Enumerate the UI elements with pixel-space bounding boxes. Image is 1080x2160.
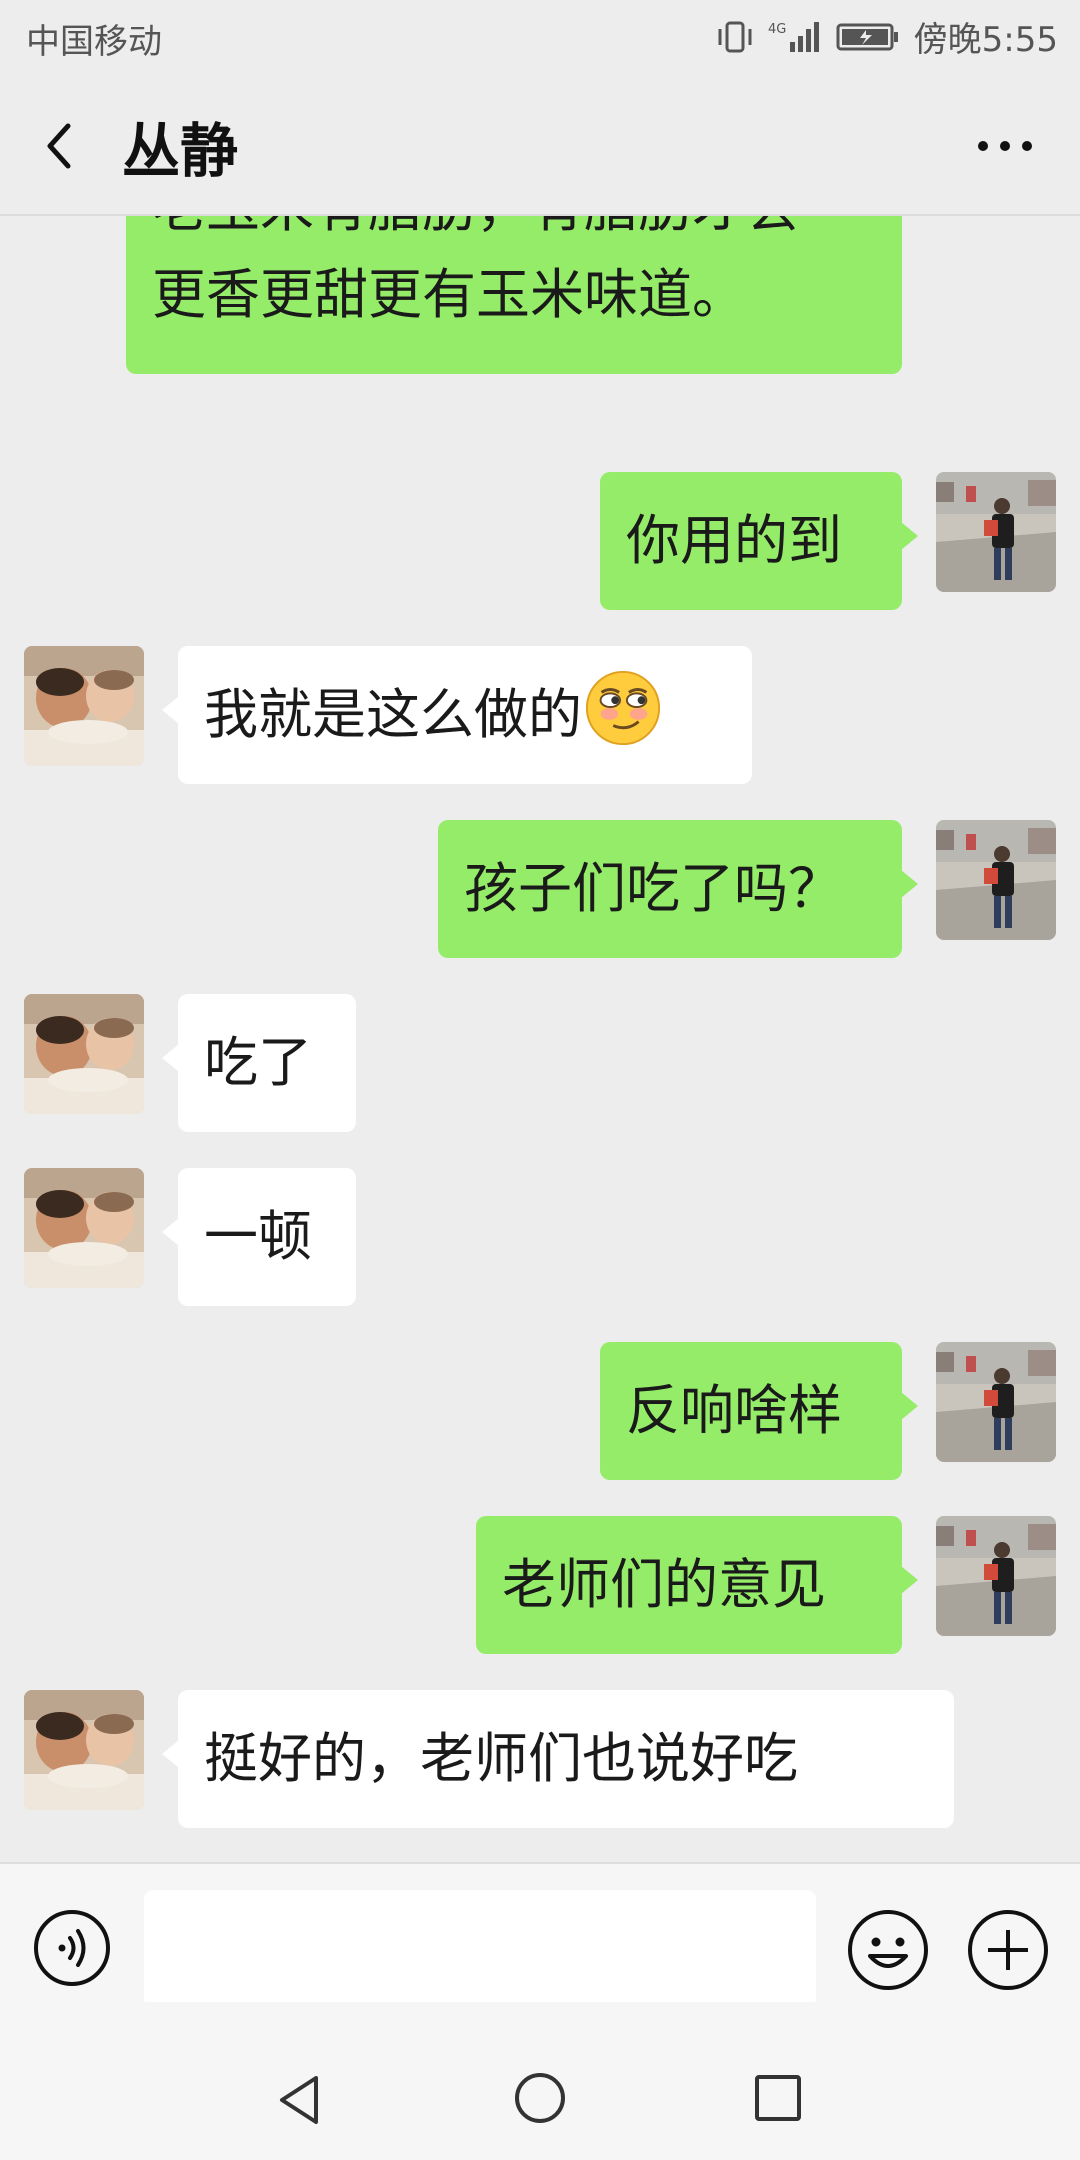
system-nav-bar (0, 2002, 1080, 2160)
avatar-image (24, 646, 144, 766)
vibrate-icon (718, 21, 752, 52)
message-text: 反响啥样 (626, 1379, 842, 1442)
message-bubble-self[interactable]: 孩子们吃了吗？ (438, 820, 918, 958)
message-bubble-contact[interactable]: 我就是这么做的 (162, 646, 752, 784)
message-text: 我就是这么做的 (204, 683, 582, 746)
home-circle-icon[interactable] (512, 2070, 568, 2126)
message-bubble-self[interactable]: 反响啥样 (600, 1342, 918, 1480)
message-text: 一顿 (204, 1205, 312, 1268)
avatar-image (936, 1342, 1056, 1462)
avatar-image (24, 994, 144, 1114)
status-bar: 中国移动 4G 傍晚5:55 (0, 0, 1080, 76)
message-bubble-self[interactable]: 你用的到 (600, 472, 918, 610)
carrier-label: 中国移动 (26, 22, 162, 62)
battery-icon (836, 23, 898, 50)
message-bubble-self[interactable]: 老师们的意见 (476, 1516, 918, 1654)
smirk-emoji-icon (584, 669, 662, 747)
message-text: 老师们的意见 (502, 1553, 826, 1616)
my-avatar[interactable] (936, 1342, 1056, 1462)
message-bubble-contact[interactable]: 吃了 (162, 994, 356, 1132)
signal-icon: 4G (768, 21, 819, 52)
message-bubble-contact[interactable]: 挺好的，老师们也说好吃 (162, 1690, 954, 1828)
message-line: 更香更甜更有玉米味道。 (152, 263, 746, 326)
message-input[interactable] (144, 1890, 816, 2008)
svg-text:4G: 4G (768, 22, 786, 37)
contact-avatar[interactable] (24, 646, 144, 766)
avatar-image (936, 1516, 1056, 1636)
my-avatar[interactable] (936, 1516, 1056, 1636)
avatar-image (936, 472, 1056, 592)
contact-avatar[interactable] (24, 1168, 144, 1288)
back-arrow-icon[interactable] (36, 116, 86, 176)
avatar-image (936, 820, 1056, 940)
message-bubble-contact[interactable]: 一顿 (162, 1168, 356, 1306)
contact-avatar[interactable] (24, 994, 144, 1114)
chat-header: 丛静 (0, 76, 1080, 216)
plus-icon[interactable] (966, 1908, 1050, 1992)
status-icons: 4G 傍晚5:55 (716, 12, 1058, 61)
emoji-icon[interactable] (846, 1908, 930, 1992)
message-bubble-self[interactable]: 老玉米有脂肪，有脂肪才会 更香更甜更有玉米味道。 (126, 216, 902, 374)
message-text: 孩子们吃了吗？ (464, 857, 842, 920)
more-options-icon[interactable] (970, 116, 1040, 176)
voice-icon[interactable] (32, 1908, 112, 1988)
my-avatar[interactable] (936, 820, 1056, 940)
message-text: 吃了 (204, 1031, 312, 1094)
message-list[interactable]: 老玉米有脂肪，有脂肪才会 更香更甜更有玉米味道。 你用的到 我就是这么做的 孩子… (0, 216, 1080, 1862)
back-triangle-icon[interactable] (272, 2072, 328, 2128)
contact-avatar[interactable] (24, 1690, 144, 1810)
chat-title: 丛静 (122, 117, 239, 185)
message-text: 挺好的，老师们也说好吃 (204, 1727, 798, 1790)
input-bar (0, 1862, 1080, 2008)
avatar-image (24, 1690, 144, 1810)
message-text: 你用的到 (626, 509, 842, 572)
message-line: 老玉米有脂肪，有脂肪才会 (152, 216, 876, 251)
recent-square-icon[interactable] (752, 2072, 804, 2124)
clock: 傍晚5:55 (913, 20, 1058, 60)
my-avatar[interactable] (936, 472, 1056, 592)
avatar-image (24, 1168, 144, 1288)
